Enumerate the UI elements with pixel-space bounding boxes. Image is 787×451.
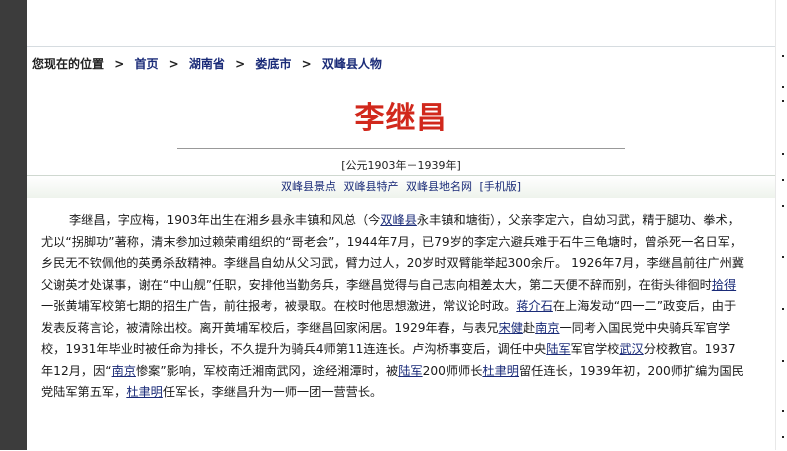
side-dot bbox=[782, 179, 784, 181]
side-dot bbox=[782, 308, 784, 310]
breadcrumb-separator: > bbox=[235, 57, 246, 71]
right-side-frame bbox=[775, 0, 787, 450]
inline-keyword-link[interactable]: 杜聿明 bbox=[482, 364, 519, 378]
inline-keyword-link[interactable]: 杜聿明 bbox=[126, 385, 163, 399]
breadcrumb: 您现在的位置 > 首页 > 湖南省 > 娄底市 > 双峰县人物 bbox=[32, 55, 382, 72]
page-title: 李继昌 bbox=[354, 101, 448, 136]
side-dot bbox=[782, 256, 784, 258]
breadcrumb-link-home[interactable]: 首页 bbox=[134, 57, 158, 71]
breadcrumb-link-province[interactable]: 湖南省 bbox=[189, 57, 225, 71]
breadcrumb-separator: > bbox=[301, 57, 312, 71]
side-dot bbox=[782, 360, 784, 362]
life-years: [公元1903年－1939年] bbox=[341, 159, 461, 172]
link-county-sights[interactable]: 双峰县景点 bbox=[281, 180, 336, 193]
side-dot bbox=[782, 86, 784, 88]
side-dot bbox=[782, 410, 784, 412]
side-dot bbox=[782, 100, 784, 102]
inline-keyword-link[interactable]: 南京 bbox=[535, 321, 559, 335]
breadcrumb-separator: > bbox=[168, 57, 179, 71]
related-links-bar: 双峰县景点 双峰县特产 双峰县地名网 [手机版] bbox=[27, 175, 775, 198]
main-content: 您现在的位置 > 首页 > 湖南省 > 娄底市 > 双峰县人物 李继昌 [公元1… bbox=[27, 46, 775, 451]
side-dot bbox=[782, 153, 784, 155]
side-dot bbox=[782, 205, 784, 207]
left-frame-bar bbox=[0, 0, 27, 450]
article-text: 一张黄埔军校第七期的招生广告，前往报考，被录取。在校时他思想激进，常议论时政。 bbox=[41, 299, 517, 313]
link-county-specialties[interactable]: 双峰县特产 bbox=[343, 180, 398, 193]
inline-keyword-link[interactable]: 蒋介石 bbox=[516, 299, 553, 313]
top-blank-area bbox=[27, 0, 775, 46]
inline-keyword-link[interactable]: 武汉 bbox=[619, 342, 643, 356]
article-text: 赴 bbox=[522, 320, 536, 335]
article-text: 李继昌，字应梅，1903年出生在湘乡县永丰镇和风总（今 bbox=[69, 213, 381, 227]
breadcrumb-link-county-people[interactable]: 双峰县人物 bbox=[322, 57, 382, 71]
inline-keyword-link[interactable]: 南京 bbox=[112, 364, 136, 378]
inline-keyword-link[interactable]: 陆军 bbox=[398, 364, 422, 378]
article-text: 惨案”影响，军校南迁湘南武冈，途经湘潭时，被 bbox=[135, 363, 399, 378]
inline-keyword-link[interactable]: 双峰县 bbox=[380, 213, 417, 227]
link-mobile-version[interactable]: [手机版] bbox=[479, 180, 521, 193]
link-county-placenames[interactable]: 双峰县地名网 bbox=[406, 180, 472, 193]
breadcrumb-link-city[interactable]: 娄底市 bbox=[255, 57, 291, 71]
article-text: 军官学校 bbox=[570, 342, 620, 356]
article-text: 任军长，李继昌升为一师一团一营营长。 bbox=[162, 385, 383, 399]
article-text: 200师师长 bbox=[422, 363, 483, 378]
inline-keyword-link[interactable]: 拾得 bbox=[712, 278, 736, 292]
breadcrumb-separator: > bbox=[114, 57, 125, 71]
side-dot bbox=[782, 436, 784, 438]
inline-keyword-link[interactable]: 陆军 bbox=[546, 342, 570, 356]
article-paragraph: 李继昌，字应梅，1903年出生在湘乡县永丰镇和风总（今双峰县永丰镇和塘街），父亲… bbox=[41, 210, 747, 404]
title-divider bbox=[177, 148, 625, 149]
side-dot bbox=[782, 55, 784, 57]
breadcrumb-prefix: 您现在的位置 bbox=[32, 57, 105, 71]
inline-keyword-link[interactable]: 宋健 bbox=[499, 321, 523, 335]
article-body: 李继昌，字应梅，1903年出生在湘乡县永丰镇和风总（今双峰县永丰镇和塘街），父亲… bbox=[41, 210, 747, 404]
